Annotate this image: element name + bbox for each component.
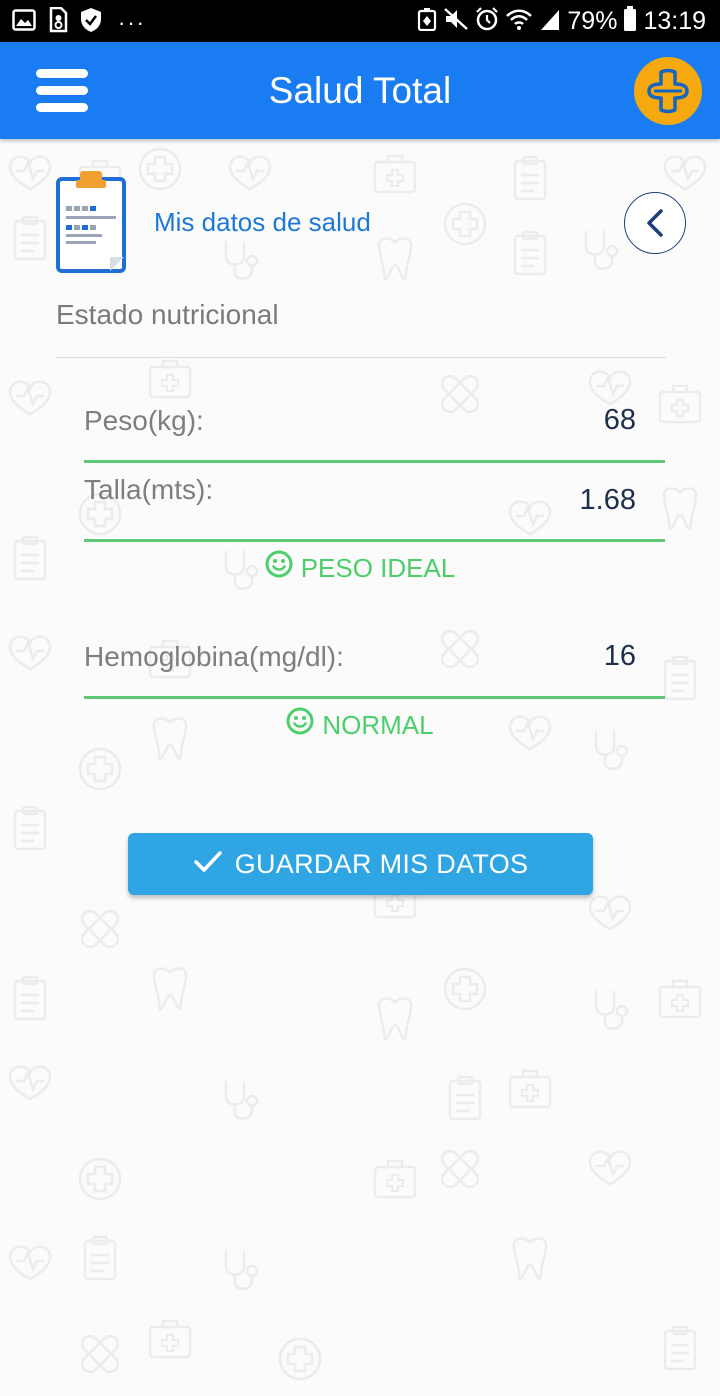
data-saver-icon xyxy=(417,7,437,36)
shield-icon xyxy=(80,7,102,38)
save-button[interactable]: GUARDAR MIS DATOS xyxy=(128,833,593,895)
status-bar-left: ··· xyxy=(12,6,146,38)
signal-icon xyxy=(539,7,561,36)
clock: 13:19 xyxy=(643,7,706,35)
peso-field: Peso(kg): xyxy=(84,398,665,468)
app-bar: Salud Total xyxy=(0,42,720,139)
chevron-left-icon[interactable] xyxy=(624,192,686,254)
medical-cross-icon[interactable] xyxy=(634,57,702,125)
save-button-label: GUARDAR MIS DATOS xyxy=(234,849,529,879)
hemoglobina-result: NORMAL xyxy=(0,707,720,743)
hemoglobina-result-text: NORMAL xyxy=(322,710,434,740)
checkmark-icon xyxy=(193,849,223,880)
image-icon xyxy=(12,9,36,36)
smiley-icon xyxy=(265,550,293,586)
peso-result: PESO IDEAL xyxy=(0,550,720,586)
hemoglobina-underline xyxy=(84,696,665,699)
talla-input[interactable] xyxy=(436,482,636,518)
hemoglobina-field: Hemoglobina(mg/dl): xyxy=(84,634,665,704)
mute-icon xyxy=(443,7,469,36)
more-icon: ··· xyxy=(118,9,146,35)
hemoglobina-label: Hemoglobina(mg/dl): xyxy=(84,641,344,672)
app-title: Salud Total xyxy=(268,70,452,111)
peso-result-text: PESO IDEAL xyxy=(300,553,456,583)
status-bar-right: 79% 13:19 xyxy=(417,5,706,37)
talla-field: Talla(mts): xyxy=(84,470,665,544)
sim-icon xyxy=(48,6,68,38)
battery-icon xyxy=(623,5,637,37)
talla-label: Talla(mts): xyxy=(84,474,214,505)
peso-input[interactable] xyxy=(436,402,636,438)
subsection-title: Estado nutricional xyxy=(56,299,279,330)
section-title: Mis datos de salud xyxy=(154,207,371,237)
smiley-icon xyxy=(286,707,314,743)
battery-percent: 79% xyxy=(567,7,618,35)
alarm-icon xyxy=(475,6,499,36)
wifi-icon xyxy=(505,7,533,36)
status-bar: ··· 79% 13:19 xyxy=(0,0,720,42)
section-divider xyxy=(56,357,666,358)
peso-underline xyxy=(84,460,665,463)
peso-label: Peso(kg): xyxy=(84,405,204,436)
hamburger-menu-icon[interactable] xyxy=(36,69,88,113)
talla-underline xyxy=(84,539,665,542)
hemoglobina-input[interactable] xyxy=(436,638,636,674)
clipboard-icon xyxy=(56,170,128,279)
